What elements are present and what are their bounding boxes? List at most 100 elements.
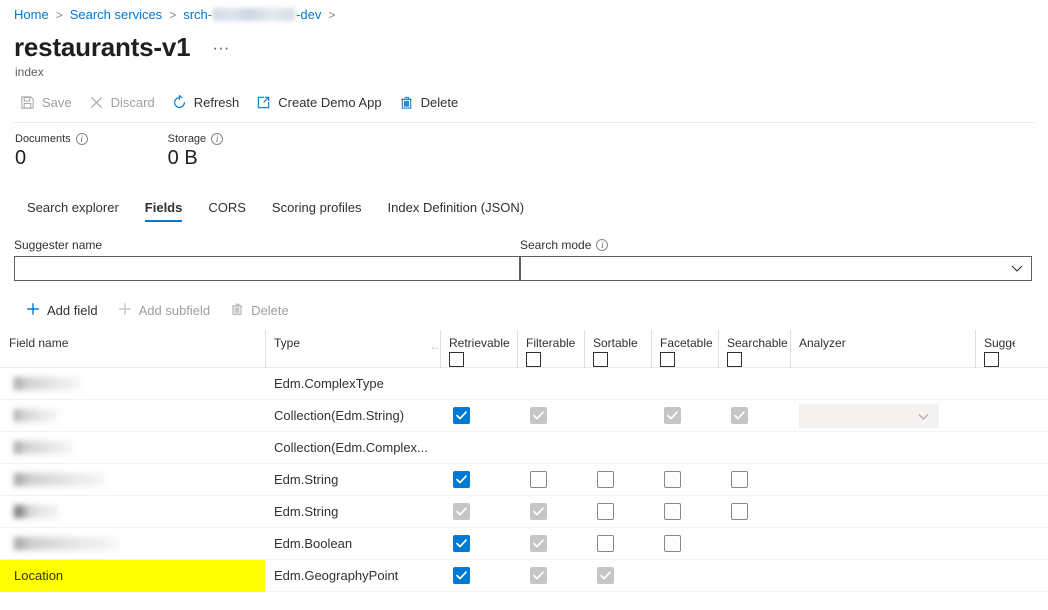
cell-analyzer: [790, 368, 975, 400]
table-row[interactable]: LocationEdm.GeographyPoint: [0, 560, 1048, 592]
delete-field-label: Delete: [251, 303, 289, 318]
cell-suggester: [975, 560, 1015, 592]
table-row[interactable]: Edm.ComplexType: [0, 368, 1048, 400]
cell-field-name: [0, 464, 265, 496]
page-title: restaurants-v1: [14, 32, 190, 63]
add-subfield-label: Add subfield: [139, 303, 211, 318]
external-link-icon: [256, 95, 271, 110]
cell-analyzer: [790, 560, 975, 592]
info-icon[interactable]: i: [596, 239, 608, 251]
refresh-button[interactable]: Refresh: [166, 91, 249, 114]
redacted-field-name: [14, 377, 82, 390]
table-header-row: ← Field nameTypeRetrievableFilterableSor…: [0, 330, 1048, 368]
cell-filterable: [517, 496, 584, 528]
column-header-checkbox-retrievable[interactable]: [449, 352, 464, 367]
cell-retrievable: [440, 432, 517, 464]
cell-suggester: [975, 400, 1015, 432]
column-header-label: Searchable: [727, 337, 790, 350]
column-header-checkbox-sortable[interactable]: [593, 352, 608, 367]
cell-analyzer: [790, 464, 975, 496]
cell-facetable: [651, 432, 718, 464]
table-row[interactable]: Collection(Edm.Complex...: [0, 432, 1048, 464]
column-header-label: Analyzer: [799, 337, 975, 350]
checkbox-retrievable-checked[interactable]: [453, 407, 470, 424]
column-header-filterable: Filterable: [517, 330, 584, 368]
tab-index-definition-json[interactable]: Index Definition (JSON): [375, 196, 538, 224]
add-field-button[interactable]: Add field: [18, 299, 106, 322]
tab-fields[interactable]: Fields: [132, 196, 196, 224]
cell-sortable: [584, 528, 651, 560]
cell-analyzer: [790, 400, 975, 432]
checkbox-retrievable-checked[interactable]: [453, 535, 470, 552]
table-row[interactable]: Edm.String: [0, 496, 1048, 528]
suggester-name-input[interactable]: [14, 256, 520, 281]
checkbox-retrievable-checked[interactable]: [453, 471, 470, 488]
more-options-button[interactable]: ···: [206, 39, 235, 57]
cell-field-name: [0, 432, 265, 464]
page-subtitle: index: [0, 63, 1048, 79]
checkbox-searchable-unchecked[interactable]: [731, 471, 748, 488]
column-header-type: Type: [265, 330, 440, 368]
tab-cors[interactable]: CORS: [195, 196, 259, 224]
field-type-text: Edm.String: [274, 472, 338, 487]
cell-field-name: [0, 496, 265, 528]
cell-facetable: [651, 496, 718, 528]
discard-button[interactable]: Discard: [83, 91, 164, 114]
column-header-checkbox-filterable[interactable]: [526, 352, 541, 367]
cell-facetable: [651, 464, 718, 496]
cell-field-type: Collection(Edm.String): [265, 400, 440, 432]
cell-suggester: [975, 368, 1015, 400]
fields-table: ← Field nameTypeRetrievableFilterableSor…: [0, 330, 1048, 592]
checkbox-filterable-unchecked[interactable]: [530, 471, 547, 488]
cell-suggester: [975, 432, 1015, 464]
info-icon[interactable]: i: [211, 133, 223, 145]
add-subfield-button[interactable]: Add subfield: [110, 299, 219, 322]
checkbox-retrievable-checked[interactable]: [453, 567, 470, 584]
checkbox-sortable-checked-disabled: [597, 567, 614, 584]
cell-sortable: [584, 496, 651, 528]
cell-field-type: Edm.Boolean: [265, 528, 440, 560]
create-demo-app-button[interactable]: Create Demo App: [250, 91, 390, 114]
cell-facetable: [651, 400, 718, 432]
column-header-checkbox-suggester[interactable]: [984, 352, 999, 367]
table-row[interactable]: Edm.Boolean: [0, 528, 1048, 560]
checkbox-searchable-unchecked[interactable]: [731, 503, 748, 520]
breadcrumb-home[interactable]: Home: [14, 7, 49, 22]
cell-retrievable: [440, 496, 517, 528]
checkbox-sortable-unchecked[interactable]: [597, 471, 614, 488]
cell-filterable: [517, 528, 584, 560]
checkbox-facetable-unchecked[interactable]: [664, 535, 681, 552]
cell-field-type: Edm.GeographyPoint: [265, 560, 440, 592]
cell-filterable: [517, 432, 584, 464]
cell-filterable: [517, 400, 584, 432]
redacted-field-name: [14, 441, 74, 454]
cell-searchable: [718, 528, 790, 560]
checkbox-facetable-unchecked[interactable]: [664, 471, 681, 488]
checkbox-filterable-checked-disabled: [530, 567, 547, 584]
tab-scoring-profiles[interactable]: Scoring profiles: [259, 196, 375, 224]
column-header-sortable: Sortable: [584, 330, 651, 368]
save-button[interactable]: Save: [14, 91, 81, 114]
cell-analyzer: [790, 528, 975, 560]
save-label: Save: [42, 95, 72, 110]
breadcrumb-resource[interactable]: srch--dev: [183, 7, 321, 22]
checkbox-facetable-unchecked[interactable]: [664, 503, 681, 520]
info-icon[interactable]: i: [76, 133, 88, 145]
table-row[interactable]: Edm.String: [0, 464, 1048, 496]
tab-search-explorer[interactable]: Search explorer: [14, 196, 132, 224]
page-header: restaurants-v1 ···: [0, 22, 1048, 63]
delete-button[interactable]: Delete: [393, 91, 468, 114]
checkbox-sortable-unchecked[interactable]: [597, 535, 614, 552]
column-header-label: Filterable: [526, 337, 584, 350]
table-row[interactable]: Collection(Edm.String): [0, 400, 1048, 432]
column-header-checkbox-searchable[interactable]: [727, 352, 742, 367]
add-field-label: Add field: [47, 303, 98, 318]
tab-label: Search explorer: [27, 200, 119, 215]
checkbox-facetable-checked-disabled: [664, 407, 681, 424]
cell-retrievable: [440, 464, 517, 496]
breadcrumb-search-services[interactable]: Search services: [70, 7, 162, 22]
column-header-checkbox-facetable[interactable]: [660, 352, 675, 367]
search-mode-select[interactable]: [520, 256, 1032, 281]
delete-field-button[interactable]: Delete: [222, 299, 297, 322]
checkbox-sortable-unchecked[interactable]: [597, 503, 614, 520]
